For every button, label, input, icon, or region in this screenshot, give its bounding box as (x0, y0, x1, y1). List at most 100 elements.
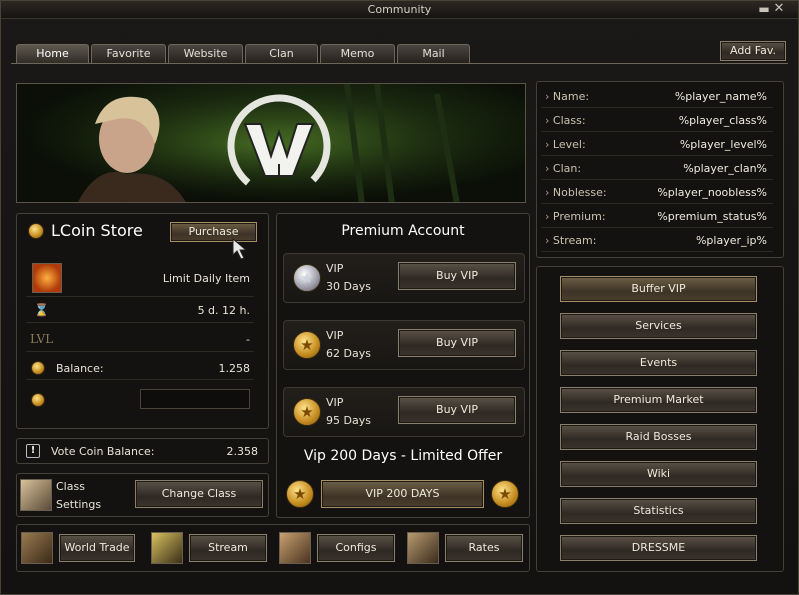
vip-star-icon: ★ (293, 331, 321, 359)
side-menu-button-premium-market[interactable]: Premium Market (560, 387, 757, 413)
banner-art (17, 84, 525, 202)
info-label: › Name: (545, 90, 590, 103)
chevron-right-icon: › (545, 90, 553, 103)
chevron-right-icon: › (545, 162, 553, 175)
settings-label: Settings (56, 498, 102, 511)
chevron-right-icon: › (545, 210, 553, 223)
tab-clan[interactable]: Clan (245, 44, 318, 64)
level-value: - (246, 333, 250, 346)
star-coin-left-icon: ★ (286, 480, 314, 508)
star-coin-right-icon: ★ (491, 480, 519, 508)
premium-title: Premium Account (341, 223, 465, 239)
side-menu-panel (536, 266, 784, 572)
lcoin-icon (28, 223, 44, 239)
store-item-row: Limit Daily Item (26, 259, 254, 297)
tab-memo[interactable]: Memo (320, 44, 395, 64)
info-row: › Level: %player_level% (541, 134, 773, 156)
info-row: › Stream: %player_ip% (541, 230, 773, 252)
close-icon[interactable]: ✕ (772, 2, 786, 16)
side-menu-button-statistics[interactable]: Statistics (560, 498, 757, 524)
vip-star-icon: ★ (293, 398, 321, 426)
buy-vip-button[interactable]: Buy VIP (398, 396, 516, 424)
minimize-icon[interactable]: ▬ (757, 2, 771, 16)
info-label: › Clan: (545, 162, 582, 175)
level-icon: LVL (30, 332, 54, 346)
balance-value: 1.258 (218, 362, 251, 375)
configs-icon[interactable] (279, 532, 311, 564)
side-menu-button-services[interactable]: Services (560, 313, 757, 339)
class-portrait-icon (20, 479, 52, 511)
balance-label: Balance: (56, 362, 104, 375)
balance-coin-icon (31, 361, 45, 375)
info-label: › Stream: (545, 234, 597, 247)
info-row: › Class: %player_class% (541, 110, 773, 132)
hourglass-icon: ⌛ (34, 303, 49, 317)
side-menu-button-dressme[interactable]: DRESSME (560, 535, 757, 561)
alert-icon: ! (26, 444, 40, 458)
tab-divider (11, 63, 788, 64)
vip-200-days-button[interactable]: VIP 200 DAYS (321, 480, 484, 508)
window-title: Community (367, 3, 432, 16)
info-label: › Premium: (545, 210, 606, 223)
lcoin-store-title: LCoin Store (51, 221, 143, 240)
limited-offer-title: Vip 200 Days - Limited Offer (303, 448, 503, 464)
vote-coin-panel: ! Vote Coin Balance: 2.358 (16, 438, 269, 464)
amount-input[interactable] (140, 389, 250, 409)
chevron-right-icon: › (545, 114, 553, 127)
info-value: %player_noobless% (657, 186, 767, 199)
info-row: › Noblesse: %player_noobless% (541, 182, 773, 204)
balance-row: Balance: 1.258 (26, 356, 254, 380)
title-bar[interactable]: Community (1, 1, 798, 19)
tab-favorite[interactable]: Favorite (91, 44, 166, 64)
community-window: Community ▬ ✕ Home Favorite Website Clan… (0, 0, 799, 595)
tab-mail[interactable]: Mail (397, 44, 470, 64)
bottom-button-stream[interactable]: Stream (189, 534, 267, 562)
side-menu-button-raid-bosses[interactable]: Raid Bosses (560, 424, 757, 450)
stream-icon[interactable] (151, 532, 183, 564)
info-value: %player_name% (674, 90, 767, 103)
vip-name: VIP (326, 329, 344, 342)
change-class-button[interactable]: Change Class (135, 480, 263, 508)
tab-home[interactable]: Home (16, 44, 89, 64)
rates-icon[interactable] (407, 532, 439, 564)
chevron-right-icon: › (545, 234, 553, 247)
add-fav-button[interactable]: Add Fav. (720, 41, 786, 61)
info-value: %player_ip% (695, 234, 767, 247)
info-value: %premium_status% (657, 210, 767, 223)
side-menu-button-wiki[interactable]: Wiki (560, 461, 757, 487)
chevron-right-icon: › (545, 138, 553, 151)
bottom-button-configs[interactable]: Configs (317, 534, 395, 562)
item-icon[interactable] (32, 263, 62, 293)
tab-website[interactable]: Website (168, 44, 243, 64)
vip-duration: 95 Days (326, 414, 371, 427)
buy-vip-button[interactable]: Buy VIP (398, 262, 516, 290)
vip-duration: 30 Days (326, 280, 371, 293)
time-left-value: 5 d. 12 h. (197, 304, 250, 317)
class-label: Class (56, 480, 85, 493)
side-menu-button-buffer-vip[interactable]: Buffer VIP (560, 276, 757, 302)
vote-coin-label: Vote Coin Balance: (51, 445, 155, 458)
info-value: %player_level% (679, 138, 767, 151)
info-value: %player_clan% (683, 162, 767, 175)
info-label: › Noblesse: (545, 186, 607, 199)
chevron-right-icon: › (545, 186, 553, 199)
info-row: › Name: %player_name% (541, 86, 773, 108)
vip-name: VIP (326, 396, 344, 409)
time-left-row: ⌛ 5 d. 12 h. (26, 299, 254, 323)
info-label: › Level: (545, 138, 586, 151)
bottom-button-world-trade[interactable]: World Trade (59, 534, 135, 562)
server-banner (16, 83, 526, 203)
info-value: %player_class% (678, 114, 767, 127)
side-menu-button-events[interactable]: Events (560, 350, 757, 376)
vote-coin-value: 2.358 (226, 445, 259, 458)
info-label: › Class: (545, 114, 586, 127)
vip-duration: 62 Days (326, 347, 371, 360)
info-row: › Clan: %player_clan% (541, 158, 773, 180)
buy-vip-button[interactable]: Buy VIP (398, 329, 516, 357)
vip-star-icon: ★ (293, 264, 321, 292)
amount-coin-icon (31, 393, 45, 407)
vip-name: VIP (326, 262, 344, 275)
bottom-button-rates[interactable]: Rates (445, 534, 523, 562)
trade-icon[interactable] (21, 532, 53, 564)
level-row: LVL - (26, 328, 254, 352)
